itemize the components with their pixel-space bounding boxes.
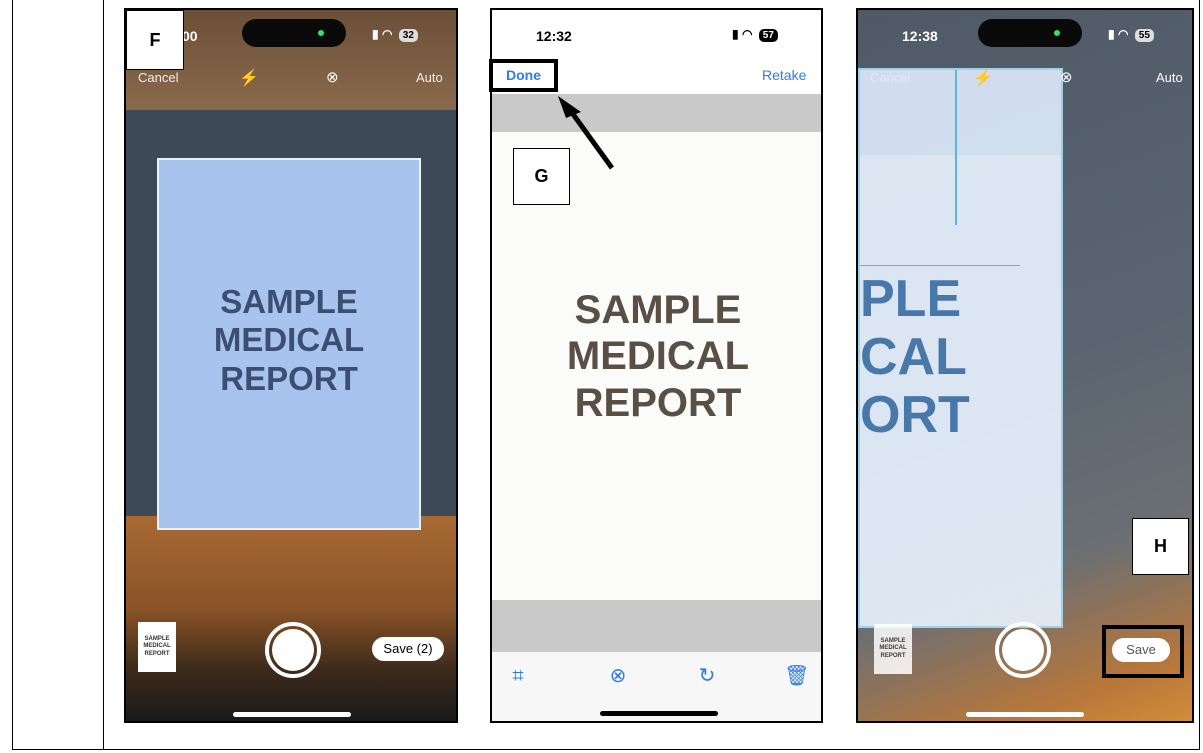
phone-screenshot-f: 00 ▮ ◠ 32 Cancel ⚡ ⊗ Auto SAMPLE MEDICAL… bbox=[124, 8, 458, 723]
status-time: 00 bbox=[182, 28, 198, 44]
cancel-button[interactable]: Cancel bbox=[138, 70, 178, 85]
grid-line-vertical bbox=[955, 70, 957, 225]
detected-document: SAMPLE MEDICAL REPORT bbox=[157, 158, 421, 530]
cancel-button[interactable]: Cancel bbox=[870, 70, 910, 85]
trash-icon[interactable]: 🗑 bbox=[784, 664, 809, 688]
filter-icon[interactable]: ⊗ bbox=[606, 664, 630, 688]
page-margin-top bbox=[492, 94, 821, 132]
page-margin-bottom bbox=[492, 600, 821, 652]
dynamic-island bbox=[242, 19, 346, 47]
status-icons: ▮ ◠ 57 bbox=[732, 27, 778, 42]
flash-icon[interactable]: ⚡ bbox=[973, 68, 993, 88]
flash-icon[interactable]: ⚡ bbox=[239, 68, 259, 88]
detected-document-overlay: PLE CAL ORT bbox=[858, 68, 1063, 628]
auto-button[interactable]: Auto bbox=[416, 70, 443, 85]
dynamic-island bbox=[978, 19, 1082, 47]
signal-icon: ▮ bbox=[732, 27, 739, 41]
save-callout-box bbox=[1102, 625, 1184, 678]
filter-icon[interactable]: ⊗ bbox=[326, 68, 339, 86]
document-title: SAMPLE MEDICAL REPORT bbox=[566, 288, 750, 425]
step-label-h: H bbox=[1132, 518, 1189, 575]
status-time: 12:38 bbox=[902, 28, 938, 44]
battery-level: 57 bbox=[758, 29, 778, 42]
wifi-icon: ◠ bbox=[741, 27, 753, 41]
signal-icon: ▮ bbox=[1108, 27, 1115, 41]
status-icons: ▮ ◠ 32 bbox=[372, 27, 418, 42]
phone-screenshot-g: 12:32 ▮ ◠ 57 Done Retake SAMPLE MEDICAL … bbox=[490, 8, 823, 723]
scan-thumbnail[interactable]: SAMPLE MEDICAL REPORT bbox=[138, 622, 176, 672]
status-time: 12:32 bbox=[536, 28, 572, 44]
shutter-button[interactable] bbox=[265, 622, 321, 678]
home-indicator bbox=[233, 712, 351, 717]
step-label-g: G bbox=[513, 148, 570, 205]
wood-background bbox=[126, 516, 456, 721]
signal-icon: ▮ bbox=[372, 27, 379, 41]
grid-line-horizontal bbox=[860, 265, 1020, 266]
document-title: SAMPLE MEDICAL REPORT bbox=[213, 283, 365, 397]
table-column-divider bbox=[103, 0, 104, 750]
step-label-f: F bbox=[126, 10, 184, 70]
done-callout-box bbox=[489, 59, 558, 92]
home-indicator bbox=[966, 712, 1084, 717]
phone-screenshot-h: PLE CAL ORT 12:38 ▮ ◠ 55 Cancel ⚡ ⊗ Auto… bbox=[856, 8, 1194, 723]
document-title: PLE CAL ORT bbox=[860, 270, 970, 445]
auto-button[interactable]: Auto bbox=[1156, 70, 1183, 85]
wifi-icon: ◠ bbox=[381, 27, 393, 41]
battery-level: 32 bbox=[398, 29, 418, 42]
retake-button[interactable]: Retake bbox=[762, 67, 806, 83]
home-indicator bbox=[600, 711, 718, 716]
shutter-button[interactable] bbox=[995, 622, 1051, 678]
status-icons: ▮ ◠ 55 bbox=[1108, 27, 1154, 42]
crop-icon[interactable]: ⌗ bbox=[506, 664, 530, 688]
scan-thumbnail[interactable]: SAMPLE MEDICAL REPORT bbox=[874, 624, 912, 674]
wifi-icon: ◠ bbox=[1117, 27, 1129, 41]
save-button[interactable]: Save (2) bbox=[372, 637, 444, 661]
battery-level: 55 bbox=[1134, 29, 1154, 42]
filter-icon[interactable]: ⊗ bbox=[1060, 68, 1073, 86]
rotate-icon[interactable]: ↻ bbox=[695, 664, 719, 688]
